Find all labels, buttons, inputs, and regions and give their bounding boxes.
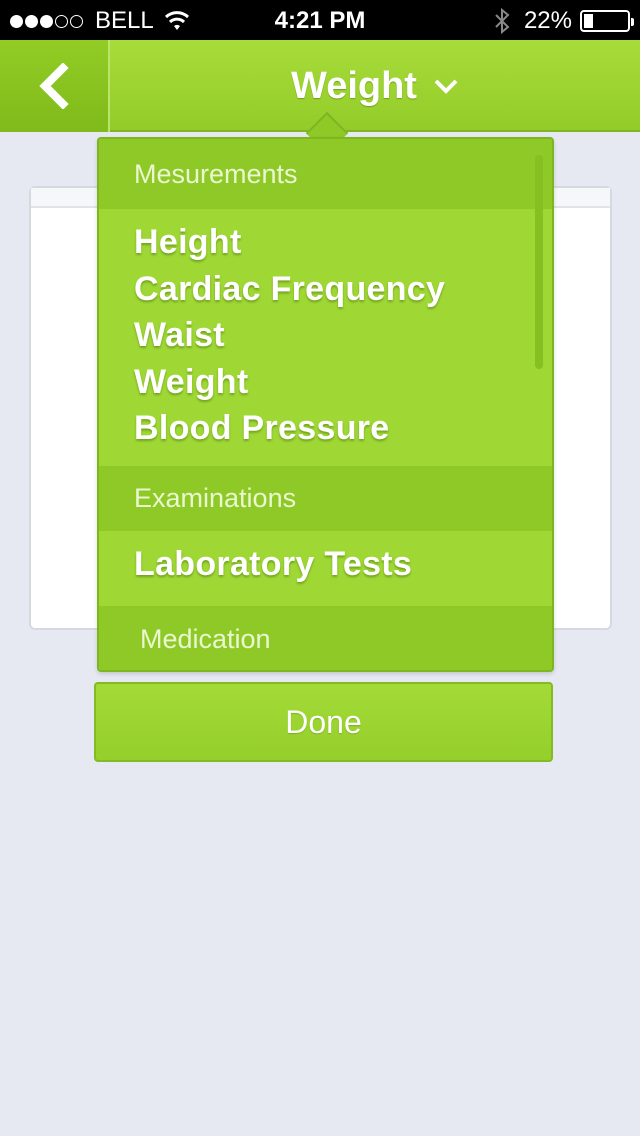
section-header-examinations: Examinations [99,466,552,531]
chevron-down-icon [434,79,458,94]
section-header-label: Examinations [134,483,297,513]
section-header-label: Mesurements [134,158,298,189]
back-button[interactable] [0,40,110,132]
menu-item-height[interactable]: Height [134,223,242,262]
section-header-measurements: Mesurements [99,139,552,209]
menu-item-laboratory-tests[interactable]: Laboratory Tests [134,545,412,584]
section-header-medication: Medication [99,606,552,670]
battery-icon [580,10,634,32]
done-button[interactable]: Done [94,682,553,762]
bluetooth-icon [495,8,510,34]
battery-percent: 22% [523,7,572,34]
page-title: Weight [291,64,417,107]
menu-item-blood-pressure[interactable]: Blood Pressure [134,409,390,448]
section-header-label: Medication [140,623,271,654]
status-bar: BELL 4:21 PM 22% [0,0,640,40]
menu-item-weight[interactable]: Weight [134,363,249,402]
nav-title-selector[interactable]: Weight [110,40,640,132]
battery-fill [584,14,593,28]
status-right: 22% [494,7,634,35]
menu-item-cardiac-frequency[interactable]: Cardiac Frequency [134,270,445,309]
dropdown-scrollbar[interactable] [535,155,543,369]
menu-item-waist[interactable]: Waist [134,316,225,355]
category-dropdown: Mesurements Height Cardiac Frequency Wai… [97,137,554,672]
chevron-left-icon [39,63,69,109]
